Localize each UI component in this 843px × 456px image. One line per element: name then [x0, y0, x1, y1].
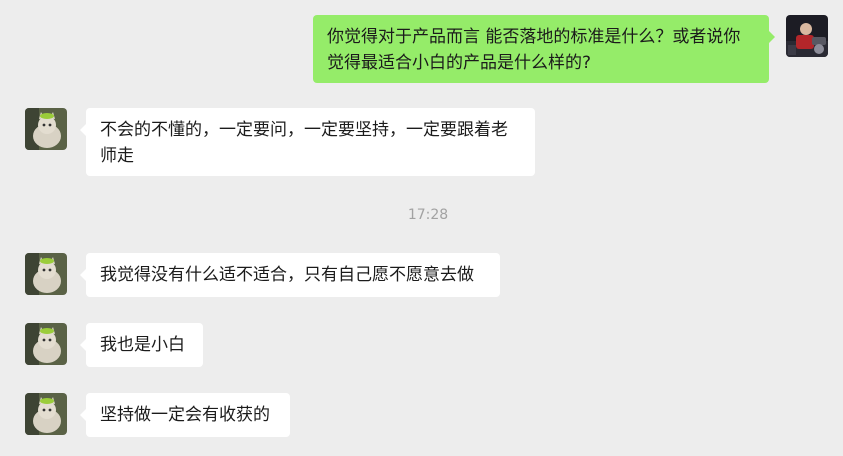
message-2-line-2: 师走: [100, 146, 134, 166]
self-avatar[interactable]: [786, 15, 828, 57]
self-avatar-image: [786, 15, 828, 57]
message-bubble-4[interactable]: 我也是小白: [80, 323, 203, 367]
message-1-line-2: 觉得最适合小白的产品是什么样的?: [327, 53, 592, 73]
message-bubble-2[interactable]: 不会的不懂的，一定要问，一定要坚持，一定要跟着老 师走: [80, 108, 535, 176]
chat-window: 你觉得对于产品而言 能否落地的标准是什么？或者说你 觉得最适合小白的产品是什么样…: [0, 0, 843, 456]
cat-avatar-image: [25, 393, 67, 435]
message-5-line-1: 坚持做一定会有收获的: [100, 405, 270, 425]
contact-avatar[interactable]: [25, 323, 67, 365]
contact-avatar[interactable]: [25, 253, 67, 295]
message-bubble-3[interactable]: 我觉得没有什么适不适合，只有自己愿不愿意去做: [80, 253, 500, 297]
cat-avatar-image: [25, 253, 67, 295]
contact-avatar[interactable]: [25, 393, 67, 435]
message-bubble-1[interactable]: 你觉得对于产品而言 能否落地的标准是什么？或者说你 觉得最适合小白的产品是什么样…: [313, 15, 775, 83]
message-2-line-1: 不会的不懂的，一定要问，一定要坚持，一定要跟着老: [100, 120, 508, 140]
message-bubble-5[interactable]: 坚持做一定会有收获的: [80, 393, 290, 437]
message-1-line-1: 你觉得对于产品而言 能否落地的标准是什么？或者说你: [327, 27, 741, 47]
cat-avatar-image: [25, 323, 67, 365]
message-3-line-1: 我觉得没有什么适不适合，只有自己愿不愿意去做: [100, 265, 474, 285]
contact-avatar[interactable]: [25, 108, 67, 150]
cat-avatar-image: [25, 108, 67, 150]
timestamp: 17:28: [407, 207, 449, 223]
message-4-line-1: 我也是小白: [100, 335, 185, 355]
